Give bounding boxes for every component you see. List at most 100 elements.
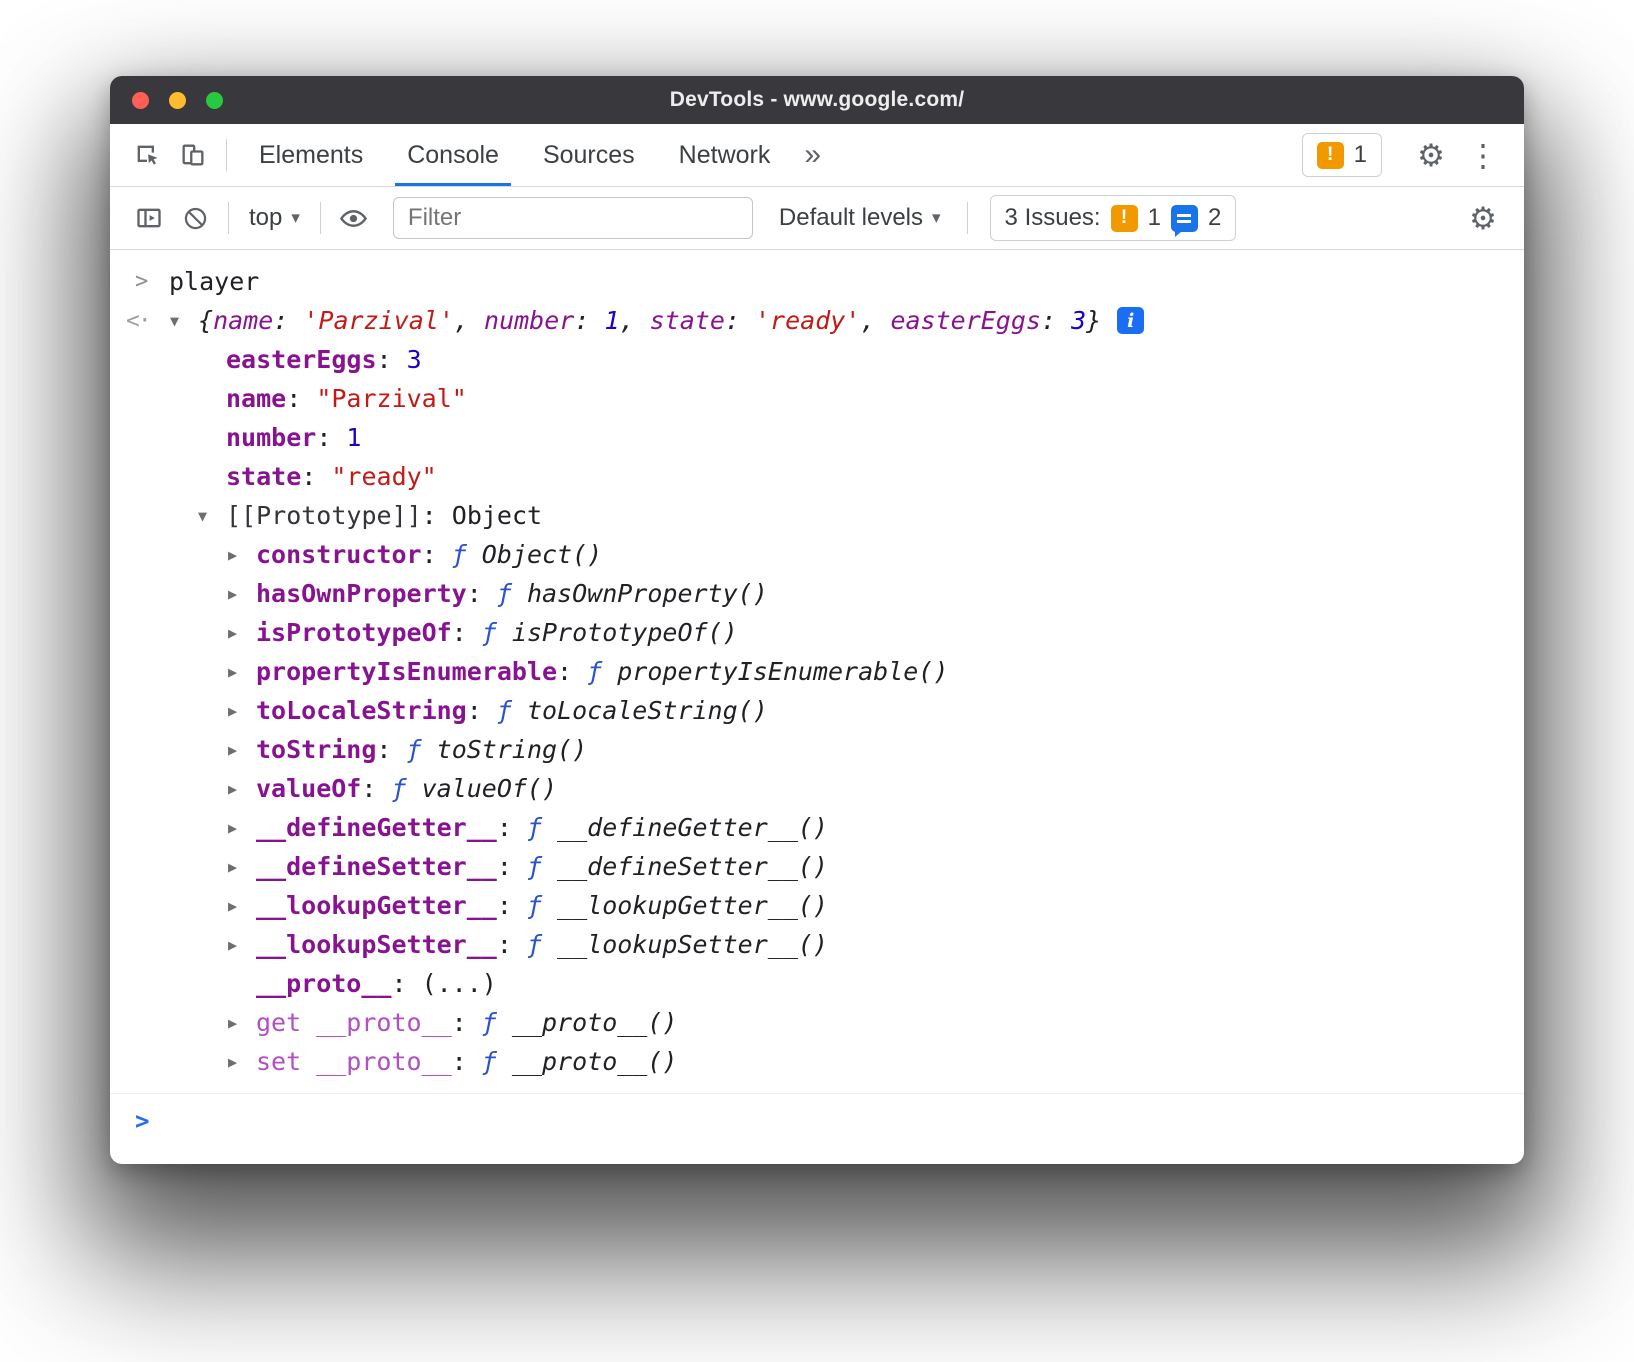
function-f-icon: ƒ <box>482 1008 512 1037</box>
property-expand-arrow-icon[interactable]: ▶ <box>228 585 256 603</box>
preview-token: { <box>198 306 213 335</box>
property-value: valueOf() <box>422 774 557 803</box>
property-row: ▶valueOf: ƒ valueOf() <box>110 769 1524 808</box>
more-tabs-button[interactable]: » <box>792 140 833 170</box>
preview-token: state <box>650 306 725 335</box>
property-separator: : <box>422 540 452 569</box>
console-input-echo: > player <box>110 262 1524 301</box>
function-f-icon: ƒ <box>527 813 557 842</box>
minimize-window-button[interactable] <box>169 92 186 109</box>
property-name: state <box>226 462 301 491</box>
result-expand-arrow-icon[interactable]: ▼ <box>170 312 198 330</box>
property-row: ▶toLocaleString: ƒ toLocaleString() <box>110 691 1524 730</box>
property-value: 3 <box>407 345 422 374</box>
property-row: ▶number: 1 <box>110 418 1524 457</box>
chevron-down-icon: ▾ <box>291 208 300 228</box>
property-row: ▼[[Prototype]]: Object <box>110 496 1524 535</box>
context-selector[interactable]: top ▾ <box>239 204 310 232</box>
property-expand-arrow-icon[interactable]: ▶ <box>228 702 256 720</box>
property-name: propertyIsEnumerable <box>256 657 557 686</box>
devtools-settings-button[interactable]: ⚙ <box>1408 132 1454 178</box>
zoom-window-button[interactable] <box>206 92 223 109</box>
property-expand-arrow-icon[interactable]: ▶ <box>228 780 256 798</box>
property-separator: : <box>391 969 421 998</box>
property-separator: : <box>301 462 331 491</box>
close-window-button[interactable] <box>132 92 149 109</box>
gear-icon: ⚙ <box>1417 140 1445 171</box>
property-separator: : <box>497 852 527 881</box>
property-name: __proto__ <box>256 969 391 998</box>
property-name: number <box>226 423 316 452</box>
main-menu-button[interactable]: ⋮ <box>1460 132 1506 178</box>
info-icon[interactable]: i <box>1117 307 1144 334</box>
property-expand-arrow-icon[interactable]: ▶ <box>228 546 256 564</box>
property-separator: : <box>497 930 527 959</box>
tab-elements[interactable]: Elements <box>237 124 385 186</box>
property-value[interactable]: (...) <box>422 969 497 998</box>
issues-button[interactable]: 3 Issues: ! 1 2 <box>990 195 1237 241</box>
property-expand-arrow-icon[interactable]: ▶ <box>228 624 256 642</box>
property-expand-arrow-icon[interactable]: ▶ <box>228 741 256 759</box>
result-return-icon: <· <box>126 308 170 334</box>
console-sidebar-button[interactable] <box>126 195 172 241</box>
error-count-button[interactable]: ! 1 <box>1302 133 1382 177</box>
devtools-window: DevTools - www.google.com/ Elements Cons… <box>110 76 1524 1164</box>
property-value: isPrototypeOf() <box>512 618 738 647</box>
input-echo-text: player <box>169 267 259 296</box>
tab-sources[interactable]: Sources <box>521 124 657 186</box>
preview-token: } <box>1086 306 1101 335</box>
log-levels-selector[interactable]: Default levels ▾ <box>769 204 951 232</box>
filter-input[interactable] <box>393 197 753 239</box>
property-name: toLocaleString <box>256 696 467 725</box>
window-title: DevTools - www.google.com/ <box>670 88 965 112</box>
preview-token: : <box>725 306 755 335</box>
property-name: toString <box>256 735 376 764</box>
preview-token: 'Parzival' <box>303 306 454 335</box>
preview-token: : <box>574 306 604 335</box>
console-settings-button[interactable]: ⚙ <box>1460 195 1506 241</box>
property-separator: : <box>497 891 527 920</box>
property-separator: : <box>286 384 316 413</box>
inspect-element-button[interactable] <box>124 132 170 178</box>
function-f-icon: ƒ <box>527 930 557 959</box>
console-prompt[interactable]: > <box>110 1093 1524 1135</box>
preview-token: : <box>273 306 303 335</box>
property-expand-arrow-icon[interactable]: ▶ <box>228 936 256 954</box>
property-value: __lookupSetter__() <box>557 930 828 959</box>
property-name: easterEggs <box>226 345 377 374</box>
preview-token: , <box>860 306 890 335</box>
property-name: [[Prototype]] <box>226 501 422 530</box>
property-expand-arrow-icon[interactable]: ▶ <box>228 1014 256 1032</box>
clear-console-button[interactable] <box>172 195 218 241</box>
property-value: toLocaleString() <box>527 696 768 725</box>
property-separator: : <box>557 657 587 686</box>
preview-token: name <box>213 306 273 335</box>
property-expand-arrow-icon[interactable]: ▶ <box>228 663 256 681</box>
clear-console-icon <box>182 205 209 232</box>
property-expand-arrow-icon[interactable]: ▶ <box>228 858 256 876</box>
function-f-icon: ƒ <box>452 540 482 569</box>
preview-token: , <box>620 306 650 335</box>
error-count: 1 <box>1354 141 1367 169</box>
property-value: Object <box>452 501 542 530</box>
property-expand-arrow-icon[interactable]: ▶ <box>228 1053 256 1071</box>
property-value: "ready" <box>331 462 436 491</box>
property-expand-arrow-icon[interactable]: ▼ <box>198 507 226 525</box>
object-preview[interactable]: {name: 'Parzival', number: 1, state: 're… <box>198 306 1101 335</box>
preview-token: 3 <box>1071 306 1086 335</box>
traffic-lights <box>132 76 223 124</box>
log-levels-label: Default levels <box>779 204 923 232</box>
property-name: name <box>226 384 286 413</box>
property-separator: : <box>361 774 391 803</box>
property-expand-arrow-icon[interactable]: ▶ <box>228 897 256 915</box>
live-expression-button[interactable] <box>331 195 377 241</box>
preview-token: easterEggs <box>890 306 1041 335</box>
tab-console[interactable]: Console <box>385 124 521 186</box>
tab-network[interactable]: Network <box>657 124 793 186</box>
device-toolbar-button[interactable] <box>170 132 216 178</box>
issues-label: 3 Issues: <box>1005 204 1101 232</box>
property-expand-arrow-icon[interactable]: ▶ <box>228 819 256 837</box>
toolbar-divider <box>320 202 321 234</box>
input-echo-chevron-icon: > <box>135 269 169 294</box>
inspect-cursor-icon <box>133 141 161 169</box>
